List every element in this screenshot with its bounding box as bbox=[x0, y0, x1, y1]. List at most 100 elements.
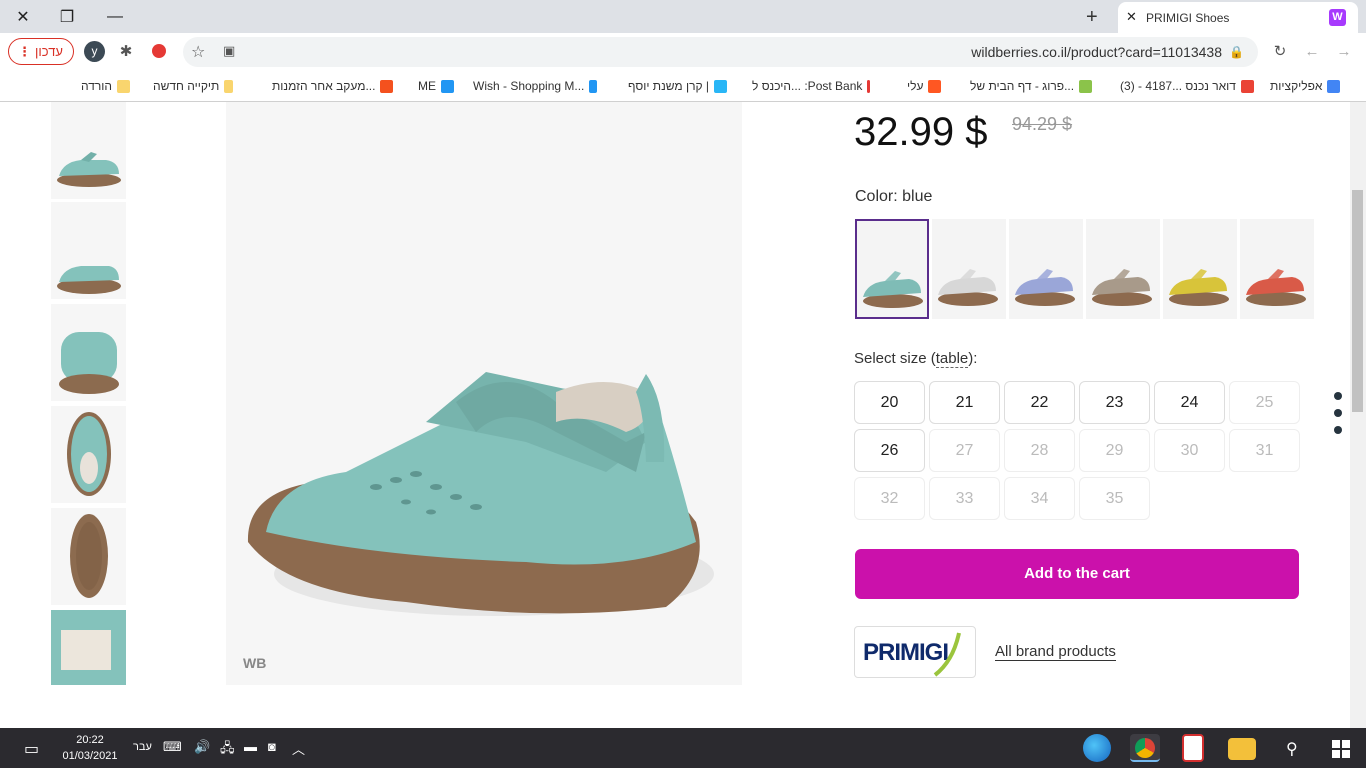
color-label: Color: blue bbox=[855, 188, 933, 205]
bookmark-favicon-icon bbox=[714, 79, 728, 93]
brand-logo[interactable]: PRIMIGI bbox=[854, 626, 976, 678]
color-swatch-teal[interactable] bbox=[855, 219, 929, 319]
add-to-cart-button[interactable]: Add to the cart bbox=[855, 549, 1299, 599]
scrollbar-thumb[interactable] bbox=[1352, 190, 1363, 412]
restore-window-icon[interactable]: ❐ bbox=[44, 0, 90, 33]
reload-icon[interactable]: ↻ bbox=[1270, 41, 1290, 61]
old-price: 94.29 $ bbox=[1012, 114, 1073, 134]
edge-icon[interactable] bbox=[1083, 734, 1111, 762]
wb-watermark: WB bbox=[243, 655, 267, 671]
bookmark-favicon-icon bbox=[117, 79, 131, 93]
bookmark-item[interactable]: אפליקציות bbox=[1270, 77, 1355, 95]
profile-avatar[interactable]: y bbox=[84, 41, 105, 62]
pagination-dot[interactable] bbox=[1334, 392, 1342, 400]
swatch-shoe-icon bbox=[863, 271, 923, 308]
file-explorer-icon[interactable] bbox=[1228, 738, 1256, 760]
thumbnail-1[interactable] bbox=[51, 102, 126, 199]
size-option[interactable]: 20 bbox=[854, 381, 925, 424]
close-tab-icon[interactable]: ✕ bbox=[1126, 9, 1137, 25]
pagination-dot[interactable] bbox=[1334, 426, 1342, 434]
bookmark-star-icon[interactable]: ☆ bbox=[191, 42, 205, 62]
language-indicator[interactable]: עבר bbox=[133, 741, 152, 753]
extension-tomato-icon[interactable] bbox=[149, 41, 169, 61]
bookmark-item[interactable]: קרן משנת יוסף | bbox=[628, 77, 738, 95]
bookmark-item[interactable]: מעקב אחר הזמנות... bbox=[272, 77, 400, 95]
size-option: 31 bbox=[1229, 429, 1300, 472]
color-swatch-yellow[interactable] bbox=[1163, 219, 1237, 319]
thumbnail-4[interactable] bbox=[51, 406, 126, 503]
bookmark-label: עלי bbox=[907, 79, 924, 93]
size-option[interactable]: 23 bbox=[1079, 381, 1150, 424]
select-size-suffix: ): bbox=[968, 350, 978, 367]
bookmark-label: ME bbox=[418, 79, 436, 93]
swatch-shoe-icon bbox=[1092, 269, 1152, 306]
address-bar[interactable]: ☆ ▣ wildberries.co.il/product?card=11013… bbox=[183, 37, 1258, 67]
bookmark-item[interactable]: עלי bbox=[907, 77, 945, 95]
size-option[interactable]: 22 bbox=[1004, 381, 1075, 424]
new-tab-icon[interactable]: + bbox=[1086, 6, 1098, 29]
size-table-link[interactable]: table bbox=[935, 350, 969, 368]
update-button[interactable]: ⋮ עדכון bbox=[8, 38, 74, 65]
thumbnail-5[interactable] bbox=[51, 508, 126, 605]
all-brand-products-link[interactable]: All brand products bbox=[995, 643, 1116, 661]
color-swatch-taupe[interactable] bbox=[1086, 219, 1160, 319]
bookmark-favicon-icon bbox=[867, 79, 870, 93]
bookmark-item[interactable]: הורדה bbox=[81, 77, 136, 95]
chrome-icon[interactable] bbox=[1130, 734, 1160, 762]
color-swatch-silver[interactable] bbox=[932, 219, 1006, 319]
cast-icon[interactable]: ▣ bbox=[223, 43, 235, 59]
url-text[interactable]: wildberries.co.il/product?card=11013438 bbox=[971, 44, 1222, 60]
meet-now-icon[interactable]: ◙ bbox=[268, 739, 276, 754]
bookmark-label: מעקב אחר הזמנות... bbox=[272, 79, 376, 93]
bookmark-item[interactable]: תיקייה חדשה bbox=[153, 77, 233, 95]
lock-icon[interactable]: 🔒 bbox=[1229, 45, 1244, 59]
color-swatch-red[interactable] bbox=[1240, 219, 1314, 319]
back-icon[interactable]: → bbox=[1334, 41, 1354, 61]
bookmark-item[interactable]: Wish - Shopping M... bbox=[473, 77, 597, 95]
size-option[interactable]: 26 bbox=[854, 429, 925, 472]
browser-tab[interactable]: ✕ PRIMIGI Shoes W bbox=[1118, 2, 1358, 33]
bookmark-item[interactable]: פרוג - דף הבית של... bbox=[970, 77, 1110, 95]
swatch-shoe-icon bbox=[1246, 269, 1306, 306]
battery-icon[interactable]: ▬ bbox=[244, 739, 257, 754]
tab-favicon-icon: W bbox=[1329, 9, 1346, 26]
extensions-icon[interactable]: ✱ bbox=[116, 41, 136, 61]
clock-date: 01/03/2021 bbox=[62, 750, 118, 762]
bookmark-label: דואר נכנס ...4187 - (3) bbox=[1120, 79, 1236, 93]
bookmark-favicon-icon bbox=[589, 79, 597, 93]
search-icon[interactable]: ⚲ bbox=[1286, 739, 1298, 759]
size-option: 33 bbox=[929, 477, 1000, 520]
pagination-dot[interactable] bbox=[1334, 409, 1342, 417]
show-hidden-icons[interactable]: ︿ bbox=[292, 739, 305, 758]
notifications-icon[interactable]: ▭ bbox=[24, 739, 39, 759]
main-product-image[interactable]: WB bbox=[226, 102, 742, 685]
select-size-label: Select size (table): bbox=[854, 350, 978, 368]
forward-icon[interactable]: ← bbox=[1302, 41, 1322, 61]
bookmark-item[interactable]: ME bbox=[418, 77, 454, 95]
windows-start-icon[interactable] bbox=[1332, 740, 1350, 758]
thumbnail-3[interactable] bbox=[51, 304, 126, 401]
clock[interactable]: 20:22 01/03/2021 bbox=[60, 732, 120, 764]
close-window-icon[interactable]: ✕ bbox=[0, 0, 46, 33]
pdf-reader-icon[interactable] bbox=[1182, 734, 1204, 762]
bookmark-label: היכנס ל... :Post Bank bbox=[752, 79, 863, 93]
bookmark-favicon-icon bbox=[928, 79, 942, 93]
size-option[interactable]: 21 bbox=[929, 381, 1000, 424]
bookmark-item[interactable]: היכנס ל... :Post Bank bbox=[752, 77, 870, 95]
bookmark-favicon-icon bbox=[1240, 79, 1254, 93]
bookmark-item[interactable]: דואר נכנס ...4187 - (3) bbox=[1120, 77, 1262, 95]
size-option: 30 bbox=[1154, 429, 1225, 472]
network-icon[interactable]: 🖧 bbox=[220, 739, 235, 761]
clock-time: 20:22 bbox=[76, 734, 104, 746]
keyboard-icon[interactable]: ⌨ bbox=[163, 739, 182, 755]
minimize-window-icon[interactable]: — bbox=[92, 0, 138, 33]
select-size-text: Select size bbox=[854, 350, 927, 367]
volume-icon[interactable]: 🔊 bbox=[194, 739, 210, 755]
size-option[interactable]: 24 bbox=[1154, 381, 1225, 424]
bookmark-favicon-icon bbox=[380, 79, 394, 93]
color-swatch-lavender[interactable] bbox=[1009, 219, 1083, 319]
bookmark-favicon-icon bbox=[1327, 79, 1341, 93]
thumbnail-6[interactable] bbox=[51, 610, 126, 685]
thumbnail-2[interactable] bbox=[51, 202, 126, 299]
brand-swoosh-icon bbox=[933, 632, 961, 677]
